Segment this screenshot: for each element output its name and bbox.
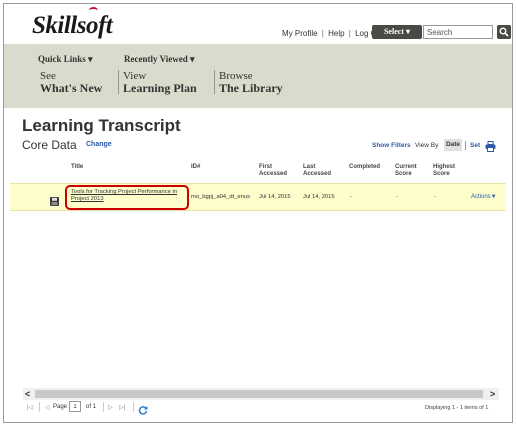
next-page-button[interactable]: ▷ xyxy=(108,404,113,411)
nav-divider xyxy=(118,70,119,94)
top-bar: Skillsoft My Profile | Help | Log Out Se… xyxy=(4,4,512,44)
table-row: Tools for Tracking Project Performance i… xyxy=(10,183,506,211)
nav-whats-new-line2: What's New xyxy=(40,81,103,95)
cell-id: mo_bgpj_a04_dt_enus xyxy=(191,194,250,200)
horizontal-scrollbar[interactable]: < > xyxy=(23,388,499,400)
nav-whats-new[interactable]: See What's New xyxy=(40,70,102,95)
separator: | xyxy=(348,29,351,38)
col-header-first-accessed-l1: First xyxy=(259,164,273,170)
recently-viewed-menu[interactable]: Recently Viewed ▾ xyxy=(124,54,195,65)
view-by-label: View By xyxy=(415,142,439,149)
col-header-completed[interactable]: Completed xyxy=(349,164,380,171)
help-link[interactable]: Help xyxy=(328,29,344,38)
nav-library-line2: The Library xyxy=(219,81,283,95)
col-header-highest-score-l2: Score xyxy=(433,171,450,177)
col-header-id[interactable]: ID# xyxy=(191,164,200,171)
col-header-last-accessed-l1: Last xyxy=(303,164,316,170)
search-input[interactable] xyxy=(423,25,493,39)
displaying-status: Displaying 1 - 1 items of 1 xyxy=(425,405,489,411)
prev-page-button[interactable]: ◁ xyxy=(45,404,50,411)
cell-first-accessed: Jul 14, 2015 xyxy=(259,194,291,200)
scroll-left-button[interactable]: < xyxy=(25,389,30,399)
col-header-highest-score[interactable]: Highest Score xyxy=(433,164,455,178)
quick-links-menu[interactable]: Quick Links ▾ xyxy=(38,54,93,65)
page-title: Learning Transcript xyxy=(22,116,181,135)
select-button[interactable]: Select ▾ xyxy=(372,25,422,39)
cell-highest-score: - xyxy=(434,194,436,200)
pager: |◁ ◁ Page of 1 ▷ ▷| Displaying 1 - 1 ite… xyxy=(23,400,499,416)
separator: | xyxy=(321,29,324,38)
main-content: Learning Transcript Core Data Change Sho… xyxy=(10,108,506,418)
pager-separator xyxy=(103,402,104,412)
col-header-highest-score-l1: Highest xyxy=(433,164,456,170)
refresh-icon xyxy=(138,406,148,415)
col-header-last-accessed[interactable]: Last Accessed xyxy=(303,164,331,178)
search-button[interactable] xyxy=(497,25,511,39)
cell-completed: - xyxy=(350,194,352,200)
print-button[interactable] xyxy=(485,139,496,157)
printer-icon xyxy=(485,141,496,152)
header: Skillsoft My Profile | Help | Log Out Se… xyxy=(4,4,512,108)
set-link[interactable]: Set xyxy=(470,142,480,149)
col-header-current-score-l2: Score xyxy=(395,171,412,177)
col-header-title[interactable]: Title xyxy=(71,164,83,171)
divider xyxy=(465,141,466,150)
logo-text-a: Skills xyxy=(32,12,86,39)
nav-learning-plan-line2: Learning Plan xyxy=(123,81,197,95)
disk-icon[interactable] xyxy=(50,193,59,211)
page-number-input[interactable] xyxy=(69,401,81,412)
col-header-first-accessed[interactable]: First Accessed xyxy=(259,164,287,178)
first-page-button[interactable]: |◁ xyxy=(27,404,33,411)
logo-text-o: o xyxy=(85,7,98,39)
nav-divider xyxy=(214,70,215,94)
cell-current-score: - xyxy=(396,194,398,200)
logo-text-b: ft xyxy=(97,12,113,39)
actions-menu[interactable]: Actions▼ xyxy=(471,194,497,200)
last-page-button[interactable]: ▷| xyxy=(119,404,125,411)
change-link[interactable]: Change xyxy=(86,141,112,148)
nav-learning-plan[interactable]: View Learning Plan xyxy=(123,70,197,95)
nav-library[interactable]: Browse The Library xyxy=(219,70,283,95)
pager-separator xyxy=(133,402,134,412)
top-links: My Profile | Help | Log Out xyxy=(282,29,384,38)
refresh-button[interactable] xyxy=(138,402,148,420)
scrollbar-thumb[interactable] xyxy=(35,390,483,398)
pager-separator xyxy=(39,402,40,412)
page-label: Page xyxy=(53,404,68,410)
skillsoft-logo[interactable]: Skillsoft xyxy=(32,7,113,40)
col-header-current-score[interactable]: Current Score xyxy=(395,164,417,178)
cell-last-accessed: Jul 14, 2015 xyxy=(303,194,335,200)
my-profile-link[interactable]: My Profile xyxy=(282,29,318,38)
scroll-right-button[interactable]: > xyxy=(490,389,495,399)
show-filters-link[interactable]: Show Filters xyxy=(372,142,411,149)
col-header-first-accessed-l2: Accessed xyxy=(259,171,288,177)
app-frame: Skillsoft My Profile | Help | Log Out Se… xyxy=(3,3,513,423)
view-by-select[interactable]: Date xyxy=(444,139,462,151)
col-header-current-score-l1: Current xyxy=(395,164,417,170)
page-subtitle: Core Data xyxy=(22,138,77,152)
page-of-label: of 1 xyxy=(86,404,97,410)
search-icon xyxy=(499,27,509,37)
col-header-last-accessed-l2: Accessed xyxy=(303,171,332,177)
course-title-link[interactable]: Tools for Tracking Project Performance i… xyxy=(71,189,189,203)
